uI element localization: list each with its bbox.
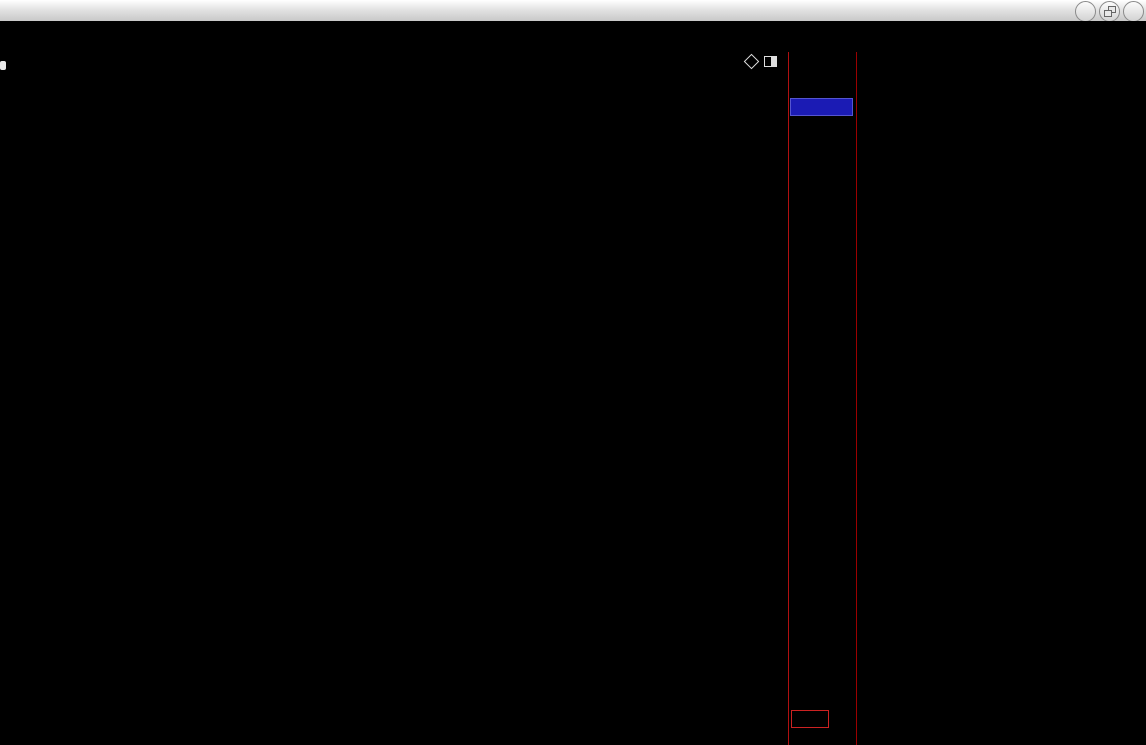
kline-chart[interactable]: [0, 52, 788, 745]
close-button[interactable]: [1123, 1, 1144, 22]
toolbar: [0, 21, 1146, 53]
price-axis: [788, 52, 857, 745]
price-badge: [790, 98, 853, 116]
restore-button[interactable]: [1099, 1, 1120, 22]
minimize-button[interactable]: [1075, 1, 1096, 22]
volume-multiplier-label: [791, 710, 829, 728]
quote-panel: [856, 52, 1146, 745]
diamond-marker-icon[interactable]: [743, 53, 760, 70]
trading-app-window: [0, 0, 1146, 745]
split-view-icon[interactable]: [764, 56, 777, 67]
kline-chart-svg: [0, 52, 788, 745]
title-bar[interactable]: [0, 0, 1146, 22]
chart-topleft-artifact: [0, 61, 6, 70]
restore-icon: [1103, 6, 1116, 17]
titlebar-buttons: [1072, 1, 1144, 22]
watermark: [874, 688, 880, 720]
